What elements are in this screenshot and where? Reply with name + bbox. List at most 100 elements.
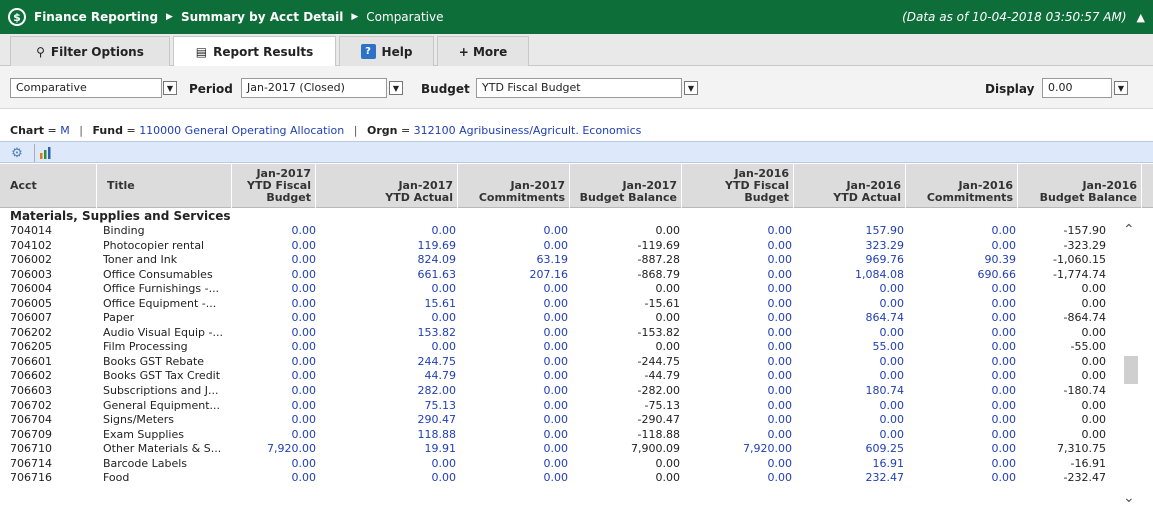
amount-link-cell[interactable]: 0.00	[880, 326, 905, 341]
table-row[interactable]: 706003 Office Consumables 0.00 661.63 207.16…	[0, 268, 1153, 283]
amount-link-cell[interactable]: 0.00	[768, 340, 793, 355]
amount-link-cell[interactable]: 19.91	[425, 442, 457, 457]
amount-link-cell[interactable]: 0.00	[768, 253, 793, 268]
amount-link-cell[interactable]: 661.63	[418, 268, 457, 283]
amount-link-cell[interactable]: 0.00	[768, 268, 793, 283]
amount-link-cell[interactable]: 244.75	[418, 355, 457, 370]
breadcrumb-report[interactable]: Summary by Acct Detail	[181, 10, 343, 24]
amount-link-cell[interactable]: 0.00	[880, 369, 905, 384]
amount-link-cell[interactable]: 0.00	[432, 471, 457, 486]
amount-link-cell[interactable]: 0.00	[544, 399, 569, 414]
chevron-down-icon[interactable]: ▼	[684, 81, 698, 95]
table-row[interactable]: 706202 Audio Visual Equip -... 0.00 153.82 0…	[0, 326, 1153, 341]
amount-link-cell[interactable]: 0.00	[880, 297, 905, 312]
tab-help[interactable]: ? Help	[339, 36, 434, 66]
amount-link-cell[interactable]: 0.00	[292, 384, 317, 399]
amount-link-cell[interactable]: 90.39	[985, 253, 1017, 268]
amount-link-cell[interactable]: 0.00	[768, 311, 793, 326]
collapse-up-icon[interactable]: ▲	[1137, 11, 1145, 24]
col-header-2017-ytd-fiscal-budget[interactable]: Jan-2017 YTD Fiscal Budget	[232, 164, 316, 208]
amount-link-cell[interactable]: 0.00	[544, 457, 569, 472]
amount-link-cell[interactable]: 0.00	[768, 428, 793, 443]
table-row[interactable]: 704102 Photocopier rental 0.00 119.69 0.00 -1…	[0, 239, 1153, 254]
amount-link-cell[interactable]: 0.00	[880, 428, 905, 443]
chevron-down-icon[interactable]: ▼	[1114, 81, 1128, 95]
amount-link-cell[interactable]: 0.00	[992, 369, 1017, 384]
amount-link-cell[interactable]: 282.00	[418, 384, 457, 399]
amount-link-cell[interactable]: 0.00	[544, 282, 569, 297]
chevron-down-icon[interactable]: ▼	[163, 81, 177, 95]
col-header-2016-ytd-actual[interactable]: Jan-2016 YTD Actual	[794, 164, 906, 208]
amount-link-cell[interactable]: 0.00	[992, 471, 1017, 486]
amount-link-cell[interactable]: 16.91	[873, 457, 905, 472]
amount-link-cell[interactable]: 0.00	[544, 355, 569, 370]
amount-link-cell[interactable]: 0.00	[292, 413, 317, 428]
amount-link-cell[interactable]: 0.00	[768, 471, 793, 486]
report-type-select[interactable]: Comparative	[10, 78, 162, 98]
amount-link-cell[interactable]: 0.00	[544, 384, 569, 399]
table-row[interactable]: 706710 Other Materials & S... 7,920.00 19.9…	[0, 442, 1153, 457]
table-row[interactable]: 706601 Books GST Rebate 0.00 244.75 0.00 -244…	[0, 355, 1153, 370]
amount-link-cell[interactable]: 0.00	[992, 282, 1017, 297]
amount-link-cell[interactable]: 0.00	[292, 297, 317, 312]
tab-report-results[interactable]: ▤ Report Results	[173, 36, 336, 67]
col-header-2017-budget-balance[interactable]: Jan-2017 Budget Balance	[570, 164, 682, 208]
amount-link-cell[interactable]: 0.00	[768, 355, 793, 370]
amount-link-cell[interactable]: 0.00	[292, 239, 317, 254]
amount-link-cell[interactable]: 157.90	[866, 224, 905, 239]
table-row[interactable]: 706205 Film Processing 0.00 0.00 0.00 0.00 0.0…	[0, 340, 1153, 355]
amount-link-cell[interactable]: 0.00	[992, 399, 1017, 414]
amount-link-cell[interactable]: 0.00	[992, 384, 1017, 399]
bar-chart-icon[interactable]	[34, 144, 56, 162]
breadcrumb-app[interactable]: Finance Reporting	[34, 10, 158, 24]
amount-link-cell[interactable]: 0.00	[768, 384, 793, 399]
tab-filter-options[interactable]: ⚲ Filter Options	[10, 36, 170, 66]
amount-link-cell[interactable]: 0.00	[292, 253, 317, 268]
amount-link-cell[interactable]: 0.00	[992, 428, 1017, 443]
table-row[interactable]: 706716 Food 0.00 0.00 0.00 0.00 0.00 232.47 0.00…	[0, 471, 1153, 486]
table-row[interactable]: 706709 Exam Supplies 0.00 118.88 0.00 -118.88…	[0, 428, 1153, 443]
col-header-2016-ytd-fiscal-budget[interactable]: Jan-2016 YTD Fiscal Budget	[682, 164, 794, 208]
amount-link-cell[interactable]: 0.00	[544, 340, 569, 355]
amount-link-cell[interactable]: 0.00	[292, 282, 317, 297]
table-row[interactable]: 706704 Signs/Meters 0.00 290.47 0.00 -290.47 0…	[0, 413, 1153, 428]
amount-link-cell[interactable]: 75.13	[425, 399, 457, 414]
amount-link-cell[interactable]: 0.00	[432, 224, 457, 239]
table-row[interactable]: 706702 General Equipment... 0.00 75.13 0.00 -…	[0, 399, 1153, 414]
amount-link-cell[interactable]: 0.00	[768, 282, 793, 297]
amount-link-cell[interactable]: 0.00	[432, 311, 457, 326]
amount-link-cell[interactable]: 0.00	[880, 399, 905, 414]
amount-link-cell[interactable]: 0.00	[544, 326, 569, 341]
amount-link-cell[interactable]: 0.00	[544, 471, 569, 486]
amount-link-cell[interactable]: 0.00	[292, 268, 317, 283]
table-row[interactable]: 706007 Paper 0.00 0.00 0.00 0.00 0.00 864.74 0.0…	[0, 311, 1153, 326]
amount-link-cell[interactable]: 0.00	[880, 355, 905, 370]
amount-link-cell[interactable]: 0.00	[768, 297, 793, 312]
amount-link-cell[interactable]: 0.00	[992, 355, 1017, 370]
period-select[interactable]: Jan-2017 (Closed)	[241, 78, 387, 98]
amount-link-cell[interactable]: 0.00	[292, 326, 317, 341]
scroll-up-icon[interactable]: ⌃	[1123, 222, 1135, 238]
table-row[interactable]: 706005 Office Equipment -... 0.00 15.61 0.00…	[0, 297, 1153, 312]
table-row[interactable]: 706603 Subscriptions and J... 0.00 282.00 0.…	[0, 384, 1153, 399]
amount-link-cell[interactable]: 0.00	[544, 428, 569, 443]
amount-link-cell[interactable]: 0.00	[992, 311, 1017, 326]
amount-link-cell[interactable]: 0.00	[992, 457, 1017, 472]
col-header-2016-budget-balance[interactable]: Jan-2016 Budget Balance	[1018, 164, 1142, 208]
table-row[interactable]: 706714 Barcode Labels 0.00 0.00 0.00 0.00 0.00…	[0, 457, 1153, 472]
amount-link-cell[interactable]: 0.00	[544, 413, 569, 428]
amount-link-cell[interactable]: 824.09	[418, 253, 457, 268]
table-row[interactable]: 706602 Books GST Tax Credit 0.00 44.79 0.00 -…	[0, 369, 1153, 384]
amount-link-cell[interactable]: 0.00	[768, 326, 793, 341]
amount-link-cell[interactable]: 0.00	[432, 457, 457, 472]
amount-link-cell[interactable]: 0.00	[992, 442, 1017, 457]
amount-link-cell[interactable]: 0.00	[292, 457, 317, 472]
amount-link-cell[interactable]: 323.29	[866, 239, 905, 254]
amount-link-cell[interactable]: 0.00	[292, 311, 317, 326]
col-header-title[interactable]: Title	[97, 164, 232, 208]
amount-link-cell[interactable]: 0.00	[992, 297, 1017, 312]
amount-link-cell[interactable]: 0.00	[544, 442, 569, 457]
amount-link-cell[interactable]: 0.00	[768, 457, 793, 472]
chevron-down-icon[interactable]: ▼	[389, 81, 403, 95]
gear-icon[interactable]: ⚙	[6, 144, 28, 162]
